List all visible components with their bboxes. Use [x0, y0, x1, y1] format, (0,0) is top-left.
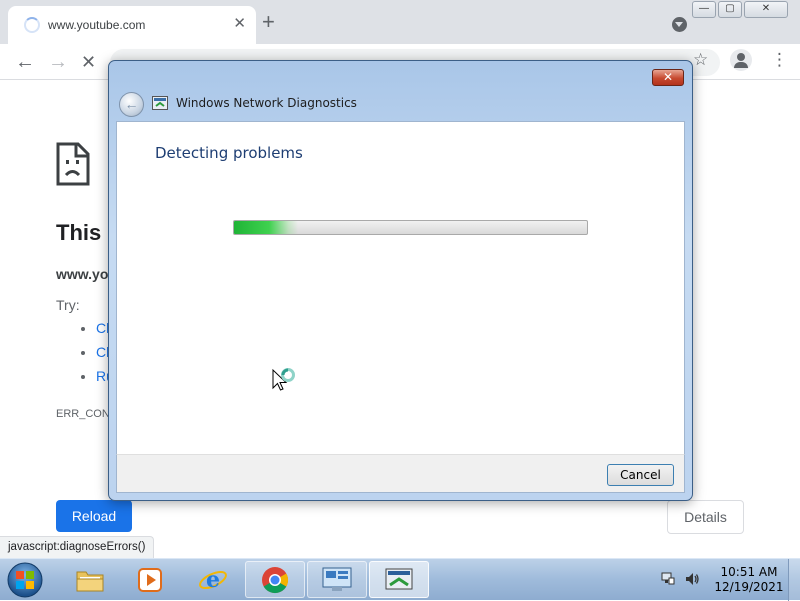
dialog-content: Detecting problems [116, 121, 685, 456]
internet-explorer-icon: e [199, 567, 227, 593]
taskbar-network-diagnostics[interactable] [369, 561, 429, 598]
reload-button[interactable]: Reload [56, 500, 132, 532]
back-arrow-icon[interactable]: ← [15, 50, 35, 74]
show-desktop-button[interactable] [788, 559, 800, 601]
close-window-button[interactable]: ✕ [744, 1, 788, 18]
taskbar-chrome[interactable] [245, 561, 305, 598]
details-button[interactable]: Details [667, 500, 744, 534]
folder-icon [76, 571, 104, 591]
network-status-icon[interactable] [660, 571, 676, 587]
bookmark-star-icon[interactable]: ☆ [693, 50, 708, 70]
clock-date: 12/19/2021 [714, 580, 784, 594]
dialog-footer: Cancel [116, 454, 685, 493]
dialog-close-button[interactable]: ✕ [652, 69, 684, 86]
busy-cursor-icon [272, 368, 295, 391]
taskbar-file-explorer[interactable] [60, 561, 120, 598]
svg-text:e: e [206, 567, 220, 593]
taskbar-internet-explorer[interactable]: e [183, 561, 243, 598]
network-diagnostics-icon [152, 96, 168, 110]
tab-strip: www.youtube.com ✕ + — ▢ ✕ [0, 0, 800, 44]
taskbar-remote-desktop[interactable] [307, 561, 367, 598]
network-diagnostics-icon [385, 568, 413, 589]
cancel-button[interactable]: Cancel [607, 464, 674, 486]
back-arrow-icon[interactable]: ← [119, 92, 144, 117]
progress-fill [234, 221, 298, 234]
browser-tab[interactable]: www.youtube.com ✕ [8, 6, 256, 44]
tab-search-icon[interactable] [672, 17, 687, 32]
taskbar: e 10:51 AM 12/19/2021 [0, 558, 800, 601]
status-bar-link: javascript:diagnoseErrors() [0, 536, 155, 558]
remote-desktop-icon [322, 567, 352, 591]
suggestion-list: Cl Cl Ru [56, 318, 114, 390]
profile-avatar-icon[interactable] [730, 49, 752, 71]
taskbar-media-player[interactable] [120, 561, 180, 598]
tab-close-icon[interactable]: ✕ [233, 15, 246, 33]
new-tab-button[interactable]: + [262, 11, 275, 33]
forward-arrow-icon[interactable]: → [48, 50, 68, 74]
loading-spinner-icon [24, 17, 40, 33]
volume-icon[interactable] [684, 571, 700, 587]
chrome-icon [262, 566, 289, 593]
dialog-title: Windows Network Diagnostics [176, 96, 357, 110]
tab-title: www.youtube.com [48, 18, 146, 32]
dialog-heading: Detecting problems [155, 144, 303, 162]
error-code: ERR_CON [56, 408, 110, 420]
kebab-menu-icon[interactable]: ⋮ [771, 50, 788, 70]
error-host: www.yo [56, 266, 109, 282]
stop-loading-icon[interactable]: ✕ [81, 50, 96, 74]
media-player-icon [138, 567, 162, 592]
try-label: Try: [56, 297, 80, 313]
maximize-button[interactable]: ▢ [718, 1, 742, 18]
window-controls: — ▢ ✕ [692, 1, 788, 18]
taskbar-clock[interactable]: 10:51 AM 12/19/2021 [712, 565, 786, 595]
start-button-icon[interactable] [5, 560, 45, 600]
progress-bar [233, 220, 588, 235]
network-diagnostics-dialog: ✕ ← Windows Network Diagnostics Detectin… [108, 60, 693, 501]
system-tray [660, 571, 700, 587]
minimize-button[interactable]: — [692, 1, 716, 18]
sad-page-icon [56, 142, 90, 186]
clock-time: 10:51 AM [720, 565, 778, 579]
